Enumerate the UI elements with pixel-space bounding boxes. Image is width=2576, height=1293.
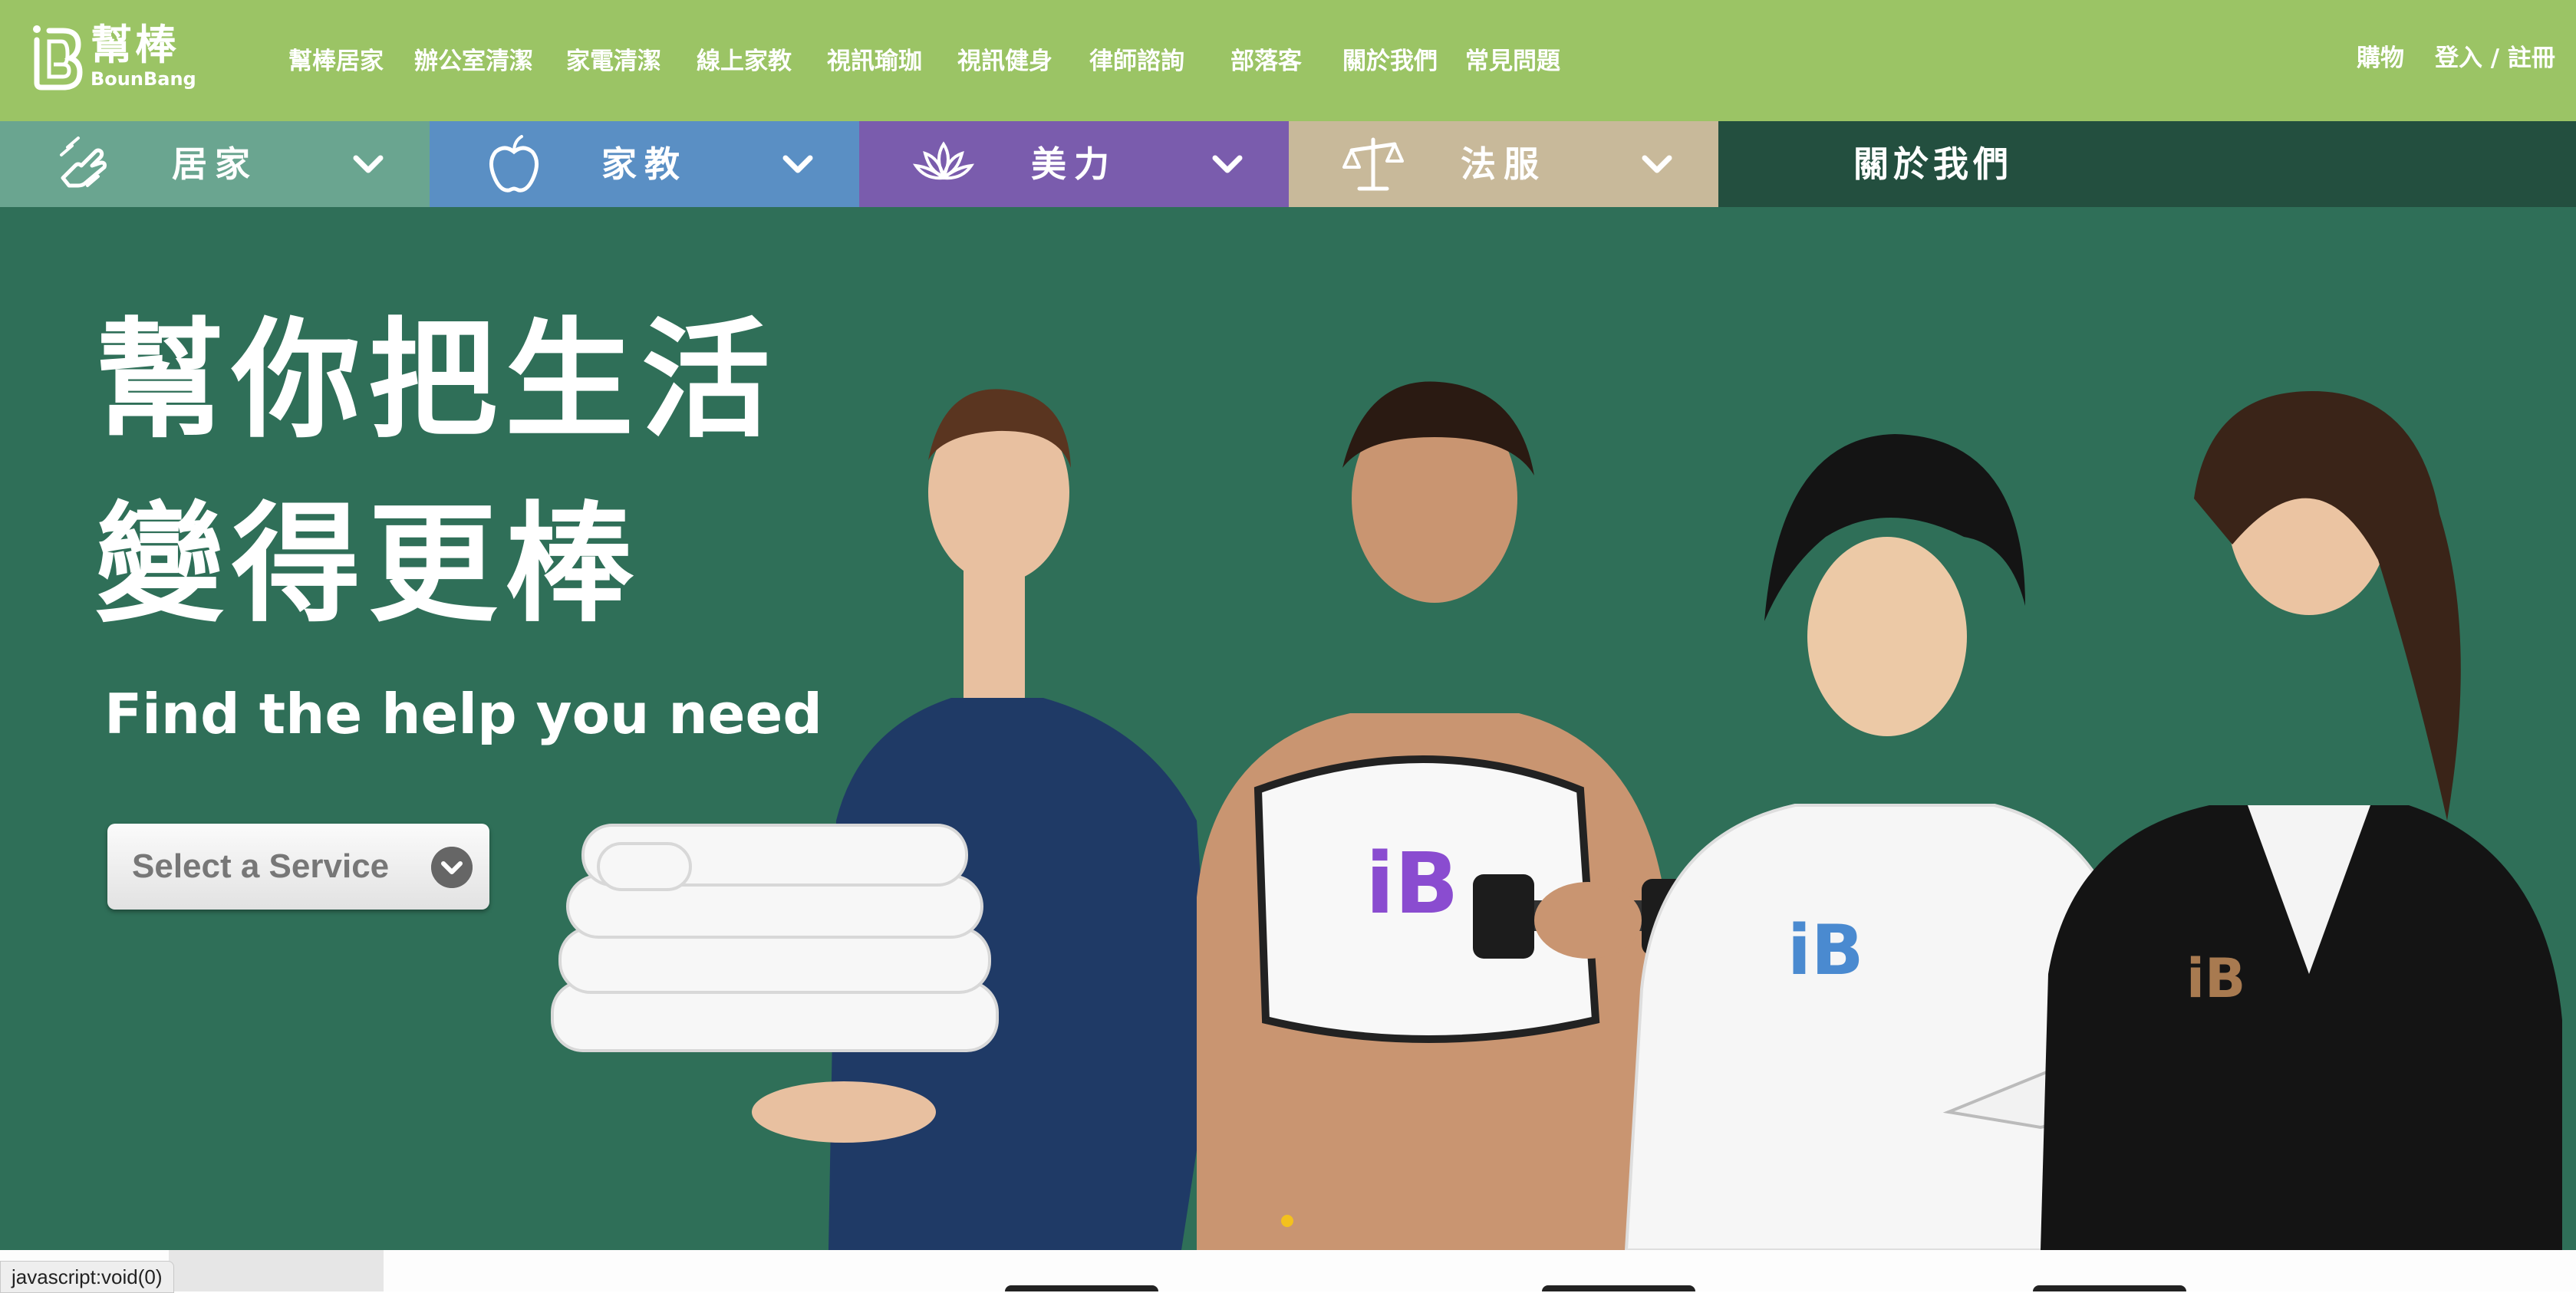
category-home[interactable]: 居家 — [0, 121, 430, 207]
category-bar: 居家 家教 美力 法服 關於我們 — [0, 121, 2576, 207]
svg-text:iB: iB — [1787, 910, 1863, 991]
chevron-down-icon — [782, 155, 813, 173]
category-tutor[interactable]: 家教 — [430, 121, 859, 207]
chevron-down-icon — [1212, 155, 1243, 173]
hero-banner: iB iB iB 幫你把生活 變得更棒 Find the help you ne… — [0, 207, 2576, 1250]
next-section-gray-block — [169, 1250, 384, 1291]
category-about-us-label: 關於我們 — [1853, 143, 2013, 185]
nav-link-office-cleaning[interactable]: 辦公室清潔 — [414, 43, 533, 80]
chevron-down-icon — [1642, 155, 1672, 173]
svg-text:iB: iB — [1365, 834, 1459, 933]
browser-status-bar: javascript:void(0) — [0, 1261, 174, 1293]
category-about-us[interactable]: 關於我們 — [1718, 121, 2576, 207]
chevron-down-icon — [353, 155, 384, 173]
next-section-tab — [2033, 1285, 2186, 1291]
nav-link-online-tutor[interactable]: 線上家教 — [697, 43, 792, 80]
next-section-tab — [1005, 1285, 1158, 1291]
nav-link-blogger[interactable]: 部落客 — [1230, 43, 1302, 80]
shop-link[interactable]: 購物 — [2357, 40, 2404, 77]
chevron-down-circle-icon — [431, 847, 473, 888]
next-section-tab — [1542, 1285, 1695, 1291]
hero-headline-line2: 變得更棒 — [95, 489, 641, 640]
nav-link-video-fitness[interactable]: 視訊健身 — [957, 43, 1052, 80]
hero-tagline: Find the help you need — [104, 682, 822, 746]
select-service-button[interactable]: Select a Service — [107, 824, 489, 910]
select-service-label: Select a Service — [132, 847, 390, 885]
top-header: 幫棒 BounBang 幫棒居家 辦公室清潔 家電清潔 線上家教 視訊瑜珈 視訊… — [0, 0, 2576, 121]
nav-link-video-yoga[interactable]: 視訊瑜珈 — [827, 43, 922, 80]
nav-link-faq[interactable]: 常見問題 — [1465, 43, 1560, 80]
hero-headline-line1: 幫你把生活 — [95, 305, 778, 456]
svg-text:iB: iB — [2186, 947, 2245, 1010]
login-register-link[interactable]: 登入 / 註冊 — [2435, 40, 2555, 77]
nav-link-about-us[interactable]: 關於我們 — [1342, 43, 1438, 80]
nav-link-lawyer-consult[interactable]: 律師諮詢 — [1089, 43, 1184, 80]
category-beauty[interactable]: 美力 — [859, 121, 1289, 207]
main-nav: 幫棒居家 辦公室清潔 家電清潔 線上家教 視訊瑜珈 視訊健身 律師諮詢 部落客 … — [0, 43, 1611, 80]
nav-link-appliance-cleaning[interactable]: 家電清潔 — [566, 43, 661, 80]
carousel-dot-active[interactable] — [1281, 1215, 1293, 1227]
next-section-top — [0, 1250, 2576, 1291]
category-legal[interactable]: 法服 — [1289, 121, 1718, 207]
nav-link-home-service[interactable]: 幫棒居家 — [288, 43, 384, 80]
